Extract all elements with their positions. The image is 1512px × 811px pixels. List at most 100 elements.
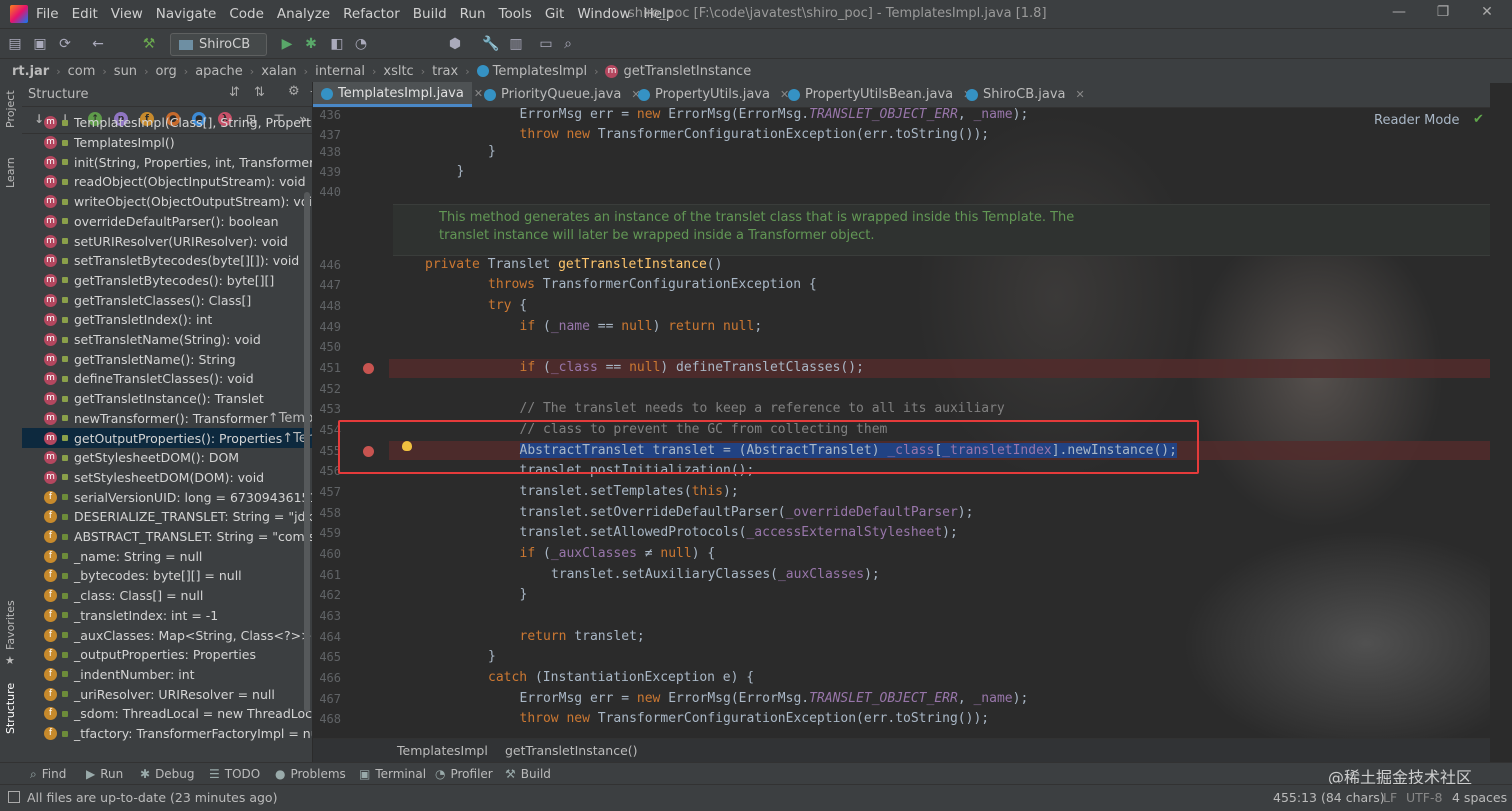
crumb-package[interactable]: trax: [432, 64, 458, 79]
tab-shirocb[interactable]: ShiroCB.java ✕: [958, 82, 1085, 107]
structure-item[interactable]: m getTransletBytecodes(): byte[][]: [22, 271, 312, 291]
structure-item[interactable]: m setStylesheetDOM(DOM): void: [22, 468, 312, 488]
restore-icon[interactable]: ❐: [1432, 4, 1454, 24]
run-tool-button[interactable]: ▶ Run: [86, 767, 123, 781]
structure-item[interactable]: f _outputProperties: Properties: [22, 645, 312, 665]
structure-item[interactable]: m writeObject(ObjectOutputStream): void: [22, 192, 312, 212]
tab-priorityqueue[interactable]: PriorityQueue.java ✕: [476, 82, 641, 107]
save-icon[interactable]: ▣: [31, 35, 49, 53]
status-message[interactable]: All files are up-to-date (23 minutes ago…: [27, 790, 277, 805]
structure-scrollbar[interactable]: [304, 192, 310, 712]
menu-window[interactable]: Window: [577, 6, 630, 22]
vcs-icon[interactable]: ▥: [507, 35, 525, 53]
structure-item[interactable]: m init(String, Properties, int, Transform…: [22, 152, 312, 172]
settings-wrench-icon[interactable]: 🔧: [482, 35, 500, 53]
structure-item[interactable]: mgetOutputProperties(): Properties ↑Temp: [22, 428, 312, 448]
problems-tool-button[interactable]: ● Problems: [275, 767, 346, 781]
open-folder-icon[interactable]: ▤: [6, 35, 24, 53]
crumb-package[interactable]: xalan: [261, 64, 296, 79]
structure-item[interactable]: f _class: Class[] = null: [22, 586, 312, 606]
structure-item[interactable]: f _name: String = null: [22, 546, 312, 566]
structure-item[interactable]: f ABSTRACT_TRANSLET: String = "com.sur: [22, 527, 312, 547]
structure-item[interactable]: m setTransletName(String): void: [22, 330, 312, 350]
tab-templatesimpl[interactable]: TemplatesImpl.java ✕: [313, 82, 483, 107]
terminal-tool-button[interactable]: ▣ Terminal: [359, 767, 426, 781]
coverage-icon[interactable]: ◧: [328, 35, 346, 53]
crumb-package[interactable]: com: [68, 64, 96, 79]
reader-mode-toggle[interactable]: Reader Mode: [1374, 113, 1460, 128]
structure-tool-button[interactable]: Structure: [4, 683, 17, 734]
build-hammer-icon[interactable]: ⚒: [140, 35, 158, 53]
structure-item[interactable]: m setTransletBytecodes(byte[][]): void: [22, 251, 312, 271]
todo-tool-button[interactable]: ☰ TODO: [209, 767, 260, 781]
structure-item[interactable]: f _tfactory: TransformerFactoryImpl = nul…: [22, 724, 312, 744]
inspection-ok-icon[interactable]: ✔: [1473, 112, 1484, 127]
crumb-package[interactable]: sun: [114, 64, 137, 79]
run-config-select[interactable]: ShiroCB ▼: [170, 33, 267, 72]
structure-item[interactable]: f _sdom: ThreadLocal = new ThreadLocal(): [22, 704, 312, 724]
structure-item[interactable]: m readObject(ObjectInputStream): void: [22, 172, 312, 192]
caret-position[interactable]: 455:13 (84 chars): [1273, 790, 1385, 805]
menu-file[interactable]: File: [36, 6, 59, 22]
crumb-package[interactable]: apache: [195, 64, 243, 79]
expand-all-icon[interactable]: ⇵: [229, 85, 240, 100]
close-icon[interactable]: ✕: [1476, 4, 1498, 24]
minimize-icon[interactable]: —: [1388, 4, 1410, 24]
structure-item[interactable]: m overrideDefaultParser(): boolean: [22, 212, 312, 232]
learn-tool-button[interactable]: Learn: [4, 157, 17, 188]
menu-code[interactable]: Code: [229, 6, 264, 22]
sync-icon[interactable]: ⟳: [56, 35, 74, 53]
indent-setting[interactable]: 4 spaces: [1452, 790, 1507, 805]
crumb-package[interactable]: xsltc: [383, 64, 413, 79]
structure-item[interactable]: m defineTransletClasses(): void: [22, 369, 312, 389]
menu-view[interactable]: View: [111, 6, 143, 22]
tab-propertyutilsbean[interactable]: PropertyUtilsBean.java✕: [780, 82, 972, 107]
project-tool-button[interactable]: Project: [4, 90, 17, 128]
structure-item[interactable]: m getTransletIndex(): int: [22, 310, 312, 330]
menu-analyze[interactable]: Analyze: [277, 6, 330, 22]
crumb-method[interactable]: getTransletInstance: [623, 64, 751, 79]
crumb-jar[interactable]: rt.jar: [12, 64, 49, 79]
find-tool-button[interactable]: ⌕ Find: [30, 767, 66, 782]
build-tool-button[interactable]: ⚒ Build: [505, 767, 551, 781]
structure-item[interactable]: m getStylesheetDOM(): DOM: [22, 448, 312, 468]
structure-item[interactable]: f _indentNumber: int: [22, 665, 312, 685]
close-tab-icon[interactable]: ✕: [1075, 88, 1084, 101]
collapse-all-icon[interactable]: ⇅: [254, 85, 265, 100]
search-icon[interactable]: ⌕: [559, 35, 577, 53]
tab-propertyutils[interactable]: PropertyUtils.java ✕: [630, 82, 789, 107]
line-separator[interactable]: LF: [1383, 790, 1397, 805]
profiler-tool-button[interactable]: ◔ Profiler: [435, 767, 493, 781]
structure-item[interactable]: m getTransletName(): String: [22, 349, 312, 369]
favorites-tool-button[interactable]: Favorites: [4, 600, 17, 650]
menu-refactor[interactable]: Refactor: [343, 6, 400, 22]
menu-edit[interactable]: Edit: [72, 6, 98, 22]
profile-icon[interactable]: ◔: [352, 35, 370, 53]
file-encoding[interactable]: UTF-8: [1406, 790, 1442, 805]
structure-item[interactable]: f _bytecodes: byte[][] = null: [22, 566, 312, 586]
debug-icon[interactable]: ✱: [302, 35, 320, 53]
back-arrow-icon[interactable]: ←: [89, 35, 107, 53]
structure-item[interactable]: m setURIResolver(URIResolver): void: [22, 231, 312, 251]
menu-run[interactable]: Run: [460, 6, 486, 22]
structure-item[interactable]: mnewTransformer(): Transformer ↑Templat: [22, 409, 312, 429]
crumb-package[interactable]: org: [155, 64, 176, 79]
structure-item[interactable]: m TemplatesImpl(): [22, 133, 312, 153]
layout-icon[interactable]: ▭: [537, 35, 555, 53]
structure-item[interactable]: m getTransletClasses(): Class[]: [22, 290, 312, 310]
code-crumb-class[interactable]: TemplatesImpl: [397, 743, 488, 758]
structure-item[interactable]: f _uriResolver: URIResolver = null: [22, 684, 312, 704]
debug-tool-button[interactable]: ✱ Debug: [140, 767, 195, 781]
structure-item[interactable]: m TemplatesImpl(Class[], String, Properti…: [22, 113, 312, 133]
crumb-package[interactable]: internal: [315, 64, 365, 79]
menu-navigate[interactable]: Navigate: [156, 6, 217, 22]
code-editor[interactable]: Reader Mode ✔ This method generates an i…: [313, 108, 1490, 738]
gear-icon[interactable]: ⚙: [288, 84, 300, 99]
crumb-class[interactable]: TemplatesImpl: [493, 64, 587, 79]
structure-item[interactable]: f DESERIALIZE_TRANSLET: String = "jdk.xm: [22, 507, 312, 527]
structure-item[interactable]: f serialVersionUID: long = 6730943615192: [22, 487, 312, 507]
project-structure-icon[interactable]: ⬢: [446, 35, 464, 53]
menu-git[interactable]: Git: [545, 6, 565, 22]
run-icon[interactable]: ▶: [278, 35, 296, 53]
menu-tools[interactable]: Tools: [499, 6, 532, 22]
